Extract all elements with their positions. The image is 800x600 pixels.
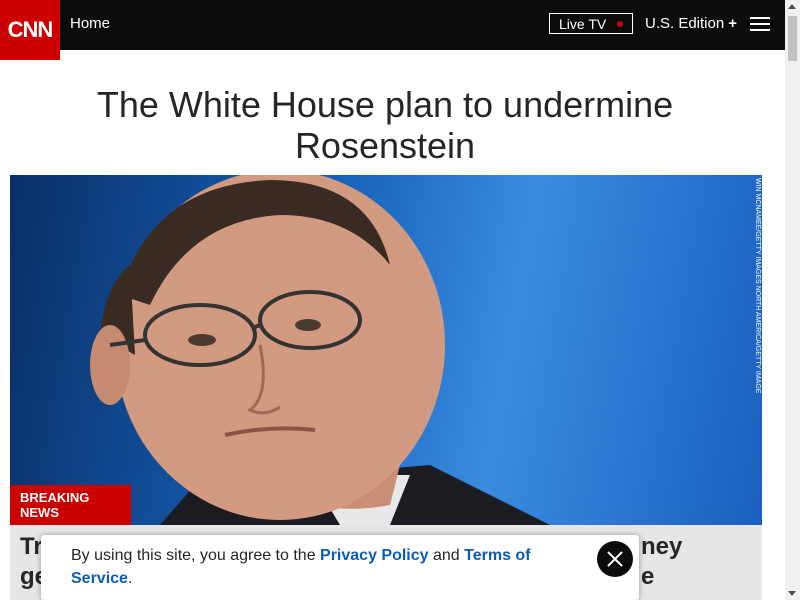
cookie-text-prefix: By using this site, you agree to the (71, 547, 321, 564)
plus-icon: + (728, 15, 737, 32)
live-tv-button[interactable]: Live TV (549, 13, 633, 34)
vertical-scrollbar[interactable] (785, 0, 800, 600)
privacy-policy-link[interactable]: Privacy Policy (320, 547, 429, 564)
edition-selector[interactable]: U.S. Edition + (645, 15, 737, 32)
portrait-illustration (90, 175, 550, 525)
scroll-down-arrow-icon[interactable] (788, 591, 796, 596)
cnn-logo[interactable]: CNN (0, 0, 60, 60)
cookie-consent-banner: By using this site, you agree to the Pri… (41, 535, 639, 600)
live-tv-label: Live TV (559, 15, 607, 32)
cookie-text: By using this site, you agree to the Pri… (71, 544, 541, 590)
scroll-up-arrow-icon[interactable] (788, 4, 796, 9)
hamburger-menu-icon[interactable] (750, 17, 770, 33)
breaking-news-badge: BREAKING NEWS (10, 485, 131, 525)
logo-text: CNN (7, 17, 54, 42)
hero-photo[interactable] (10, 175, 762, 525)
live-dot-icon (617, 21, 623, 27)
edition-label: U.S. Edition (645, 15, 725, 32)
breaking-text-right-1: ney (641, 533, 683, 560)
page-title[interactable]: The White House plan to undermine Rosens… (20, 84, 750, 166)
breaking-text-left-1: Tr (20, 533, 43, 560)
cookie-text-suffix: . (127, 570, 133, 587)
home-link[interactable]: Home (70, 15, 110, 32)
close-icon[interactable] (597, 541, 633, 577)
top-nav: Home Live TV U.S. Edition + (0, 0, 785, 50)
breaking-text-right-2: e (641, 563, 655, 590)
scroll-thumb[interactable] (788, 16, 797, 61)
cookie-text-middle: and (428, 547, 465, 564)
photo-credit: WIN MCNAMEE/GETTY IMAGES NORTH AMERICA/G… (754, 178, 761, 393)
